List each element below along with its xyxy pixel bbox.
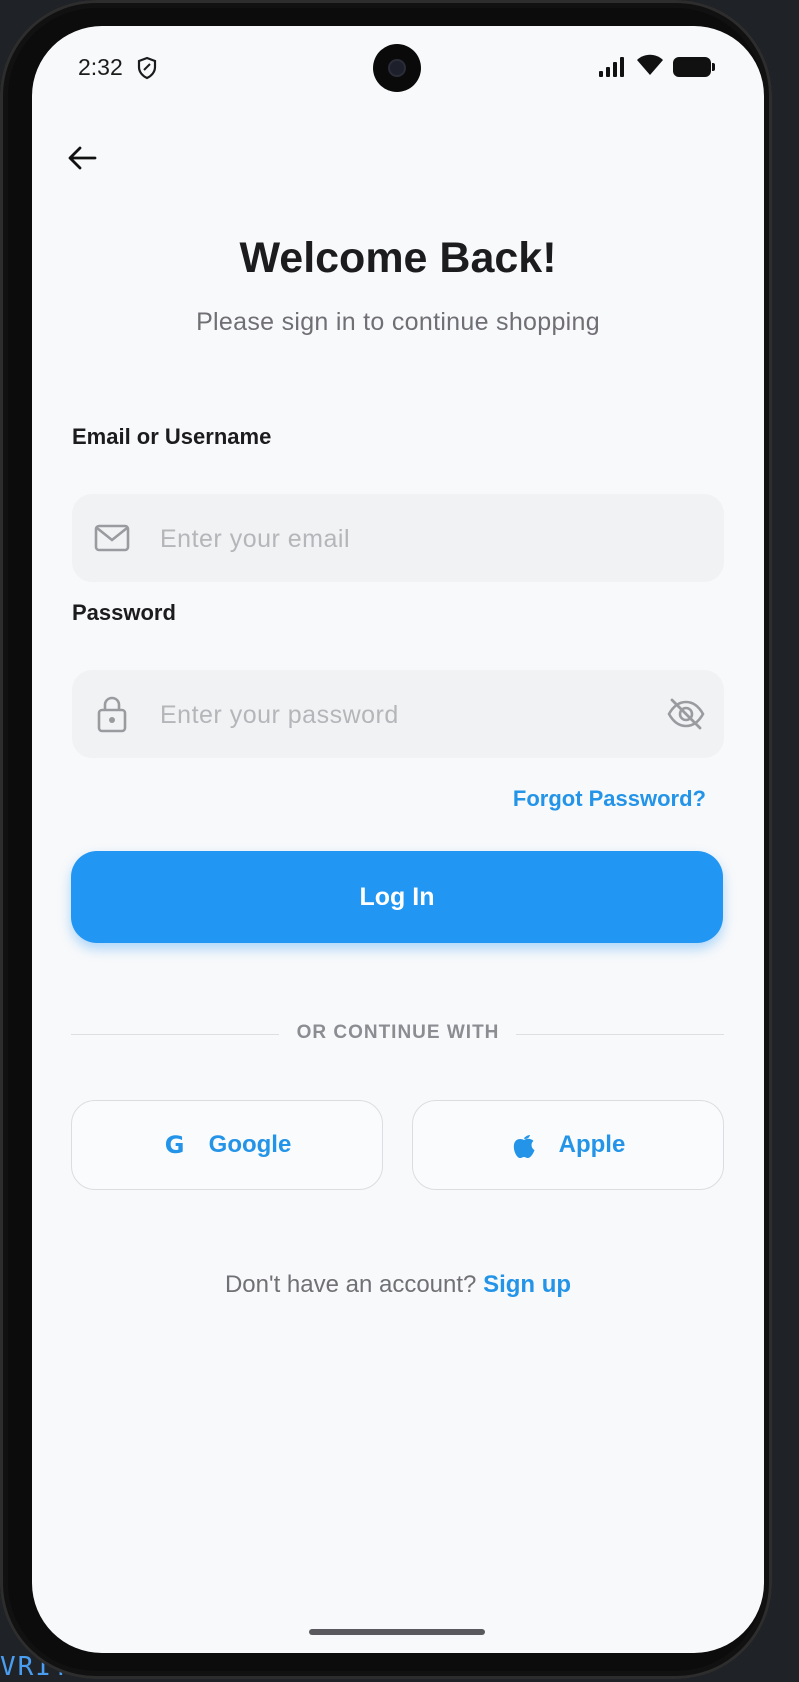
battery-icon [673,57,715,77]
apple-icon [513,1135,535,1158]
mail-icon [94,524,130,552]
signup-row: Don't have an account? Sign up [32,1271,764,1299]
apple-login-button[interactable]: Apple [412,1100,724,1190]
signup-prompt: Don't have an account? [224,1271,477,1298]
front-camera [373,44,421,92]
app-screen: 2:32 Welcome Back! Please sign in to con… [32,26,764,1653]
arrow-left-icon [68,146,97,170]
apple-button-label: Apple [558,1131,626,1158]
home-indicator [309,1629,485,1635]
back-button[interactable] [60,136,104,180]
divider-line-right [516,1034,724,1035]
google-button-label: Google [208,1131,292,1158]
google-icon: G [164,1131,185,1159]
shield-icon [137,56,157,80]
signup-link[interactable]: Sign up [483,1271,571,1298]
signal-icon [599,57,624,77]
page-subtitle: Please sign in to continue shopping [196,308,600,336]
login-button[interactable]: Log In [71,851,723,943]
status-time: 2:32 [78,54,123,80]
password-label: Password [72,600,176,625]
email-input[interactable] [158,494,622,584]
email-field-container [72,494,724,584]
phone-frame: 2:32 Welcome Back! Please sign in to con… [0,0,772,1679]
email-label: Email or Username [72,424,272,449]
divider-text: OR CONTINUE WITH [296,1022,500,1043]
password-input[interactable] [158,670,622,760]
wifi-icon [637,54,663,75]
password-field-container [72,670,724,760]
lock-icon [97,696,127,733]
google-login-button[interactable]: G Google [71,1100,383,1190]
page-title: Welcome Back! [239,234,557,282]
forgot-password-link[interactable]: Forgot Password? [513,786,706,812]
eye-off-icon[interactable] [666,694,706,734]
